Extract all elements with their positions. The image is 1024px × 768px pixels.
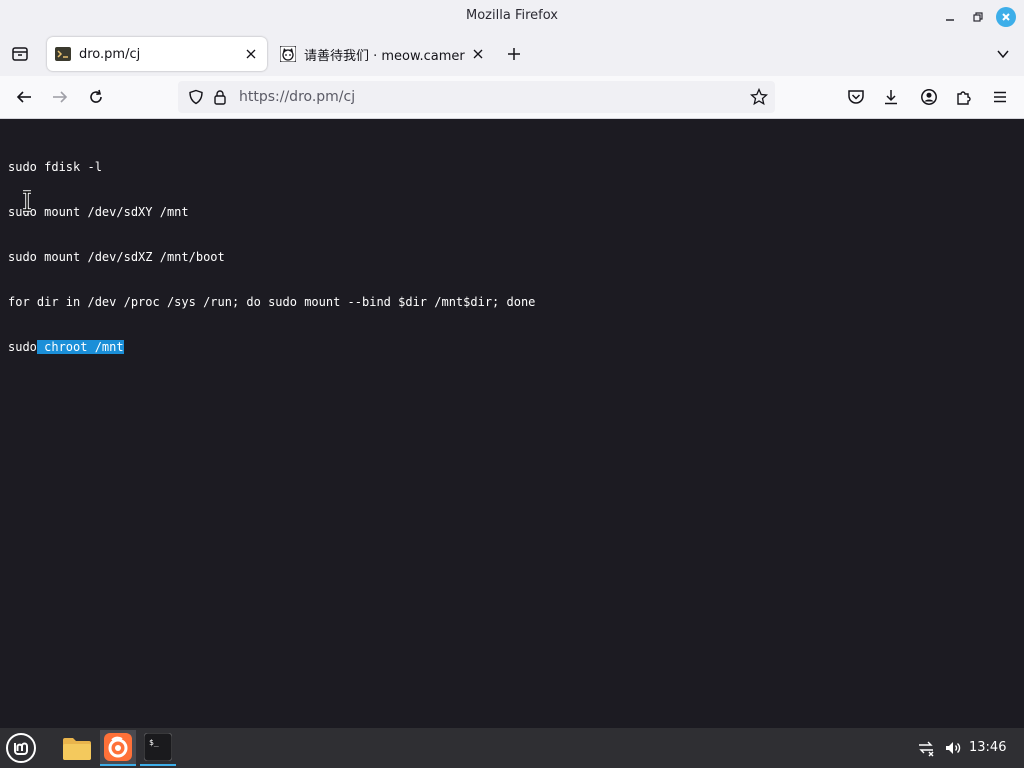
- lock-icon: [214, 90, 226, 105]
- chevron-down-icon: [997, 50, 1009, 59]
- window-titlebar: Mozilla Firefox: [0, 0, 1024, 34]
- star-icon: [750, 88, 768, 106]
- terminal-launcher[interactable]: $_: [140, 730, 176, 766]
- account-icon: [921, 89, 937, 105]
- url-bar[interactable]: https://dro.pm/cj: [178, 81, 775, 113]
- volume-button[interactable]: [940, 730, 966, 766]
- tab-label: dro.pm/cj: [79, 46, 141, 62]
- tab-strip: dro.pm/cj 请善待我们 · meow.camera: [0, 34, 1024, 74]
- close-tab-button[interactable]: [243, 46, 259, 62]
- extensions-button[interactable]: [950, 83, 978, 111]
- firefox-view-icon: [12, 47, 28, 61]
- hamburger-menu-icon: [994, 91, 1006, 103]
- puzzle-icon: [957, 91, 971, 105]
- tab-dro-pm[interactable]: dro.pm/cj: [47, 37, 267, 71]
- clock[interactable]: 13:46: [969, 740, 1006, 755]
- reload-icon: [90, 89, 102, 103]
- command-line: sudo mount /dev/sdXZ /mnt/boot: [8, 250, 225, 264]
- firefox-icon: [104, 733, 132, 761]
- reload-button[interactable]: [82, 83, 110, 111]
- window-title: Mozilla Firefox: [466, 8, 558, 23]
- files-launcher[interactable]: [59, 730, 95, 766]
- app-menu-button[interactable]: [986, 83, 1014, 111]
- close-tab-button[interactable]: [471, 46, 486, 62]
- plus-icon: [508, 48, 520, 60]
- pocket-button[interactable]: [842, 83, 870, 111]
- svg-text:$_: $_: [149, 738, 159, 747]
- firefox-launcher[interactable]: [100, 730, 136, 766]
- command-line: sudo fdisk -l: [8, 160, 102, 174]
- page-content: sudo fdisk -l sudo mount /dev/sdXY /mnt …: [0, 119, 1024, 728]
- downloads-button[interactable]: [877, 83, 905, 111]
- forward-button[interactable]: [46, 83, 74, 111]
- list-all-tabs-button[interactable]: [989, 40, 1017, 68]
- close-icon: [246, 49, 256, 59]
- minimize-button[interactable]: [940, 7, 960, 27]
- start-menu-button[interactable]: [3, 730, 39, 766]
- selected-text: chroot /mnt: [36, 340, 124, 354]
- pocket-icon: [848, 90, 864, 104]
- text-cursor-icon: [23, 190, 31, 212]
- url-text[interactable]: https://dro.pm/cj: [239, 89, 355, 105]
- folder-icon: [63, 738, 91, 760]
- speaker-icon: [946, 742, 961, 754]
- tab-meow-camera[interactable]: 请善待我们 · meow.camera: [272, 37, 494, 71]
- command-text[interactable]: sudo fdisk -l sudo mount /dev/sdXY /mnt …: [8, 130, 535, 385]
- arrow-right-icon: [53, 91, 68, 103]
- site-info-button[interactable]: [206, 83, 234, 111]
- command-line: sudo mount /dev/sdXY /mnt: [8, 205, 189, 219]
- arrow-left-icon: [16, 91, 31, 103]
- new-tab-button[interactable]: [500, 40, 528, 68]
- minimize-icon: [946, 19, 954, 21]
- taskbar: $_ 13:46: [0, 728, 1024, 768]
- back-button[interactable]: [10, 83, 38, 111]
- download-icon: [885, 90, 897, 105]
- terminal-icon: $_: [144, 733, 172, 761]
- command-line-selected: sudo chroot /mnt: [8, 340, 535, 355]
- bookmark-page-button[interactable]: [745, 83, 773, 111]
- cat-favicon-icon: [280, 46, 296, 62]
- restore-icon: [973, 12, 983, 22]
- shield-icon: [189, 89, 203, 105]
- linux-mint-logo-icon: [6, 733, 36, 763]
- close-window-button[interactable]: [996, 7, 1016, 27]
- tab-label: 请善待我们 · meow.camera: [304, 48, 465, 64]
- command-plain-text: sudo: [8, 340, 37, 354]
- network-status-button[interactable]: [912, 730, 940, 766]
- command-line: for dir in /dev /proc /sys /run; do sudo…: [8, 295, 536, 309]
- maximize-button[interactable]: [968, 7, 988, 27]
- terminal-favicon-icon: [55, 47, 71, 61]
- network-disconnected-icon: [919, 741, 934, 757]
- close-icon: [473, 49, 483, 59]
- firefox-view-button[interactable]: [6, 40, 34, 68]
- account-button[interactable]: [915, 83, 943, 111]
- close-icon: [1002, 13, 1010, 21]
- navigation-toolbar: https://dro.pm/cj: [0, 76, 1024, 119]
